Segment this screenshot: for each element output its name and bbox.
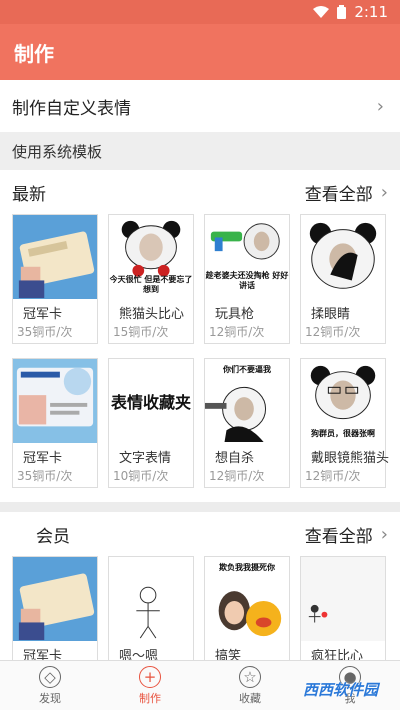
card-thumbnail — [13, 557, 97, 641]
card-caption: 你们不要逼我 — [223, 365, 271, 374]
member-title: 会员 — [36, 526, 70, 547]
see-all-label: 查看全部 — [304, 184, 373, 205]
card-thumbnail: 表情收藏夹 — [109, 359, 193, 443]
card-thumbnail — [109, 557, 193, 641]
card-name: 想自杀 — [215, 451, 255, 466]
card-caption: 趁老婆夫还没掏枪 好好讲话 — [205, 271, 289, 290]
template-card-glasses-panda[interactable]: 狗群员，很器张啊 戴眼镜熊猫头 12铜币/次 — [300, 358, 390, 488]
wifi-icon — [313, 6, 330, 18]
template-card-champion-2[interactable]: 冠军卡 35铜币/次 — [12, 358, 98, 488]
chevron-right-icon: › — [380, 181, 388, 203]
plus-icon: + — [139, 665, 161, 688]
custom-emoji-row[interactable]: 制作自定义表情 › — [0, 80, 400, 132]
card-thumbnail — [301, 557, 385, 641]
card-thumbnail: 趁老婆夫还没掏枪 好好讲话 — [205, 215, 289, 299]
card-name: 文字表情 — [119, 451, 172, 466]
status-bar: 2:11 — [0, 0, 400, 24]
nav-discover[interactable]: ◇ 发现 — [0, 661, 100, 710]
card-name: 熊猫头比心 — [119, 307, 185, 322]
chevron-right-icon: › — [376, 95, 384, 117]
section-header-system-templates: 使用系统模板 — [0, 132, 400, 170]
chevron-right-icon: › — [380, 523, 388, 545]
nav-label: 制作 — [139, 691, 161, 705]
latest-header: 最新 查看全部 › — [0, 170, 400, 214]
member-header: 会员 查看全部 › — [0, 512, 400, 556]
card-name: 揉眼睛 — [311, 307, 351, 322]
card-thumbnail — [301, 215, 385, 299]
latest-see-all-button[interactable]: 查看全部 › — [305, 180, 388, 205]
latest-grid: 冠军卡 35铜币/次 今天很忙 但是不要忘了想到 熊猫头比心 15铜币/次 趁老… — [0, 214, 400, 502]
app-bar: 制作 — [0, 24, 400, 80]
compass-icon: ◇ — [39, 665, 61, 688]
card-name: 玩具枪 — [215, 307, 255, 322]
card-name: 戴眼镜熊猫头 — [311, 451, 390, 466]
battery-icon — [337, 5, 347, 19]
card-price: 10铜币/次 — [113, 469, 169, 483]
card-thumbnail: 今天很忙 但是不要忘了想到 — [109, 215, 193, 299]
card-thumbnail: 狗群员，很器张啊 — [301, 359, 385, 443]
card-price: 12铜币/次 — [209, 325, 265, 339]
card-price: 15铜币/次 — [113, 325, 169, 339]
card-thumbnail — [13, 215, 97, 299]
nav-label: 发现 — [39, 691, 61, 705]
star-icon: ☆ — [239, 665, 261, 688]
template-card-rub-eyes[interactable]: 揉眼睛 12铜币/次 — [300, 214, 386, 344]
card-caption: 今天很忙 但是不要忘了想到 — [109, 275, 193, 294]
latest-section: 最新 查看全部 › 冠军卡 35铜币/次 今天很忙 但是不要忘了想到 熊猫头比心… — [0, 170, 400, 502]
nav-favorites[interactable]: ☆ 收藏 — [200, 661, 300, 710]
card-thumbnail — [13, 359, 97, 443]
card-price: 35铜币/次 — [17, 469, 73, 483]
custom-emoji-label: 制作自定义表情 — [12, 98, 131, 119]
card-name: 冠军卡 — [23, 307, 63, 322]
latest-title: 最新 — [12, 184, 46, 205]
card-price: 35铜币/次 — [17, 325, 73, 339]
card-thumbnail: 你们不要逼我 — [205, 359, 289, 443]
see-all-label: 查看全部 — [304, 526, 373, 547]
card-thumbnail: 欺负我我摄死你 — [205, 557, 289, 641]
card-caption: 表情收藏夹 — [110, 393, 191, 412]
template-card-despair[interactable]: 你们不要逼我 想自杀 12铜币/次 — [204, 358, 290, 488]
clock: 2:11 — [354, 3, 388, 21]
page-title: 制作 — [14, 41, 54, 66]
watermark-logo: 西西软件园 — [302, 681, 378, 699]
member-see-all-button[interactable]: 查看全部 › — [305, 522, 388, 547]
template-card-panda-heart[interactable]: 今天很忙 但是不要忘了想到 熊猫头比心 15铜币/次 — [108, 214, 194, 344]
section-label: 使用系统模板 — [12, 142, 103, 161]
nav-label: 收藏 — [239, 691, 261, 705]
nav-make[interactable]: + 制作 — [100, 661, 200, 710]
card-price: 12铜币/次 — [305, 469, 361, 483]
card-caption: 欺负我我摄死你 — [219, 563, 275, 572]
section-divider — [0, 502, 400, 512]
card-caption: 狗群员，很器张啊 — [311, 429, 375, 438]
template-card-champion[interactable]: 冠军卡 35铜币/次 — [12, 214, 98, 344]
card-price: 12铜币/次 — [305, 325, 361, 339]
card-price: 12铜币/次 — [209, 469, 265, 483]
template-card-text-emoji[interactable]: 表情收藏夹 文字表情 10铜币/次 — [108, 358, 194, 488]
template-card-toy-gun[interactable]: 趁老婆夫还没掏枪 好好讲话 玩具枪 12铜币/次 — [204, 214, 290, 344]
card-name: 冠军卡 — [23, 451, 63, 466]
